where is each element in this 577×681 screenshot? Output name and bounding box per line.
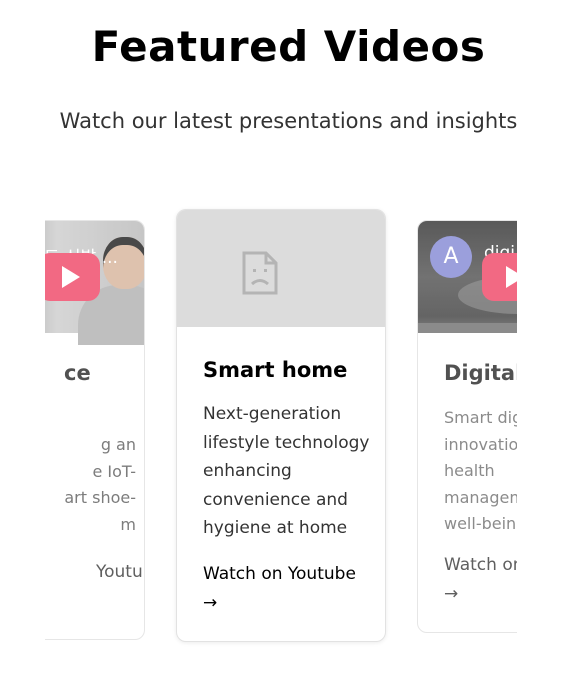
play-icon[interactable] <box>45 253 100 301</box>
card-title: Digital <box>444 361 517 385</box>
video-carousel[interactable]: 드 신발 ... ce g an e IoT- art shoe- m Yout… <box>45 195 517 665</box>
play-icon[interactable] <box>482 253 517 301</box>
channel-avatar: A <box>430 236 472 278</box>
video-card-right[interactable]: A digi Digital Smart dig innovatio healt… <box>417 220 517 633</box>
section-title: Featured Videos <box>91 22 486 71</box>
section-subtitle: Watch our latest presentations and insig… <box>59 109 518 133</box>
card-description: Smart dig innovatio health managem well-… <box>444 408 517 533</box>
card-title: ce <box>64 361 91 385</box>
card-title: Smart home <box>203 358 348 382</box>
featured-videos-section: Featured Videos Watch our latest present… <box>0 0 577 681</box>
card-description: g an e IoT- art shoe- m <box>64 435 136 534</box>
thumbnail-bar <box>418 323 517 333</box>
watch-on-youtube-link[interactable]: Watch on Youtube → <box>203 560 373 617</box>
video-thumbnail[interactable]: 드 신발 ... <box>45 221 144 345</box>
video-thumbnail-placeholder[interactable] <box>177 210 385 327</box>
broken-image-icon <box>242 251 278 295</box>
watch-on-youtube-link[interactable]: Youtube <box>96 558 144 587</box>
video-card-left[interactable]: 드 신발 ... ce g an e IoT- art shoe- m Yout… <box>45 220 145 640</box>
card-description: Next-generation lifestyle technology enh… <box>203 404 370 538</box>
watch-on-youtube-link[interactable]: Watch on → <box>444 551 517 608</box>
video-thumbnail[interactable]: A digi <box>418 221 517 333</box>
video-card-center[interactable]: Smart home Next-generation lifestyle tec… <box>176 209 386 642</box>
